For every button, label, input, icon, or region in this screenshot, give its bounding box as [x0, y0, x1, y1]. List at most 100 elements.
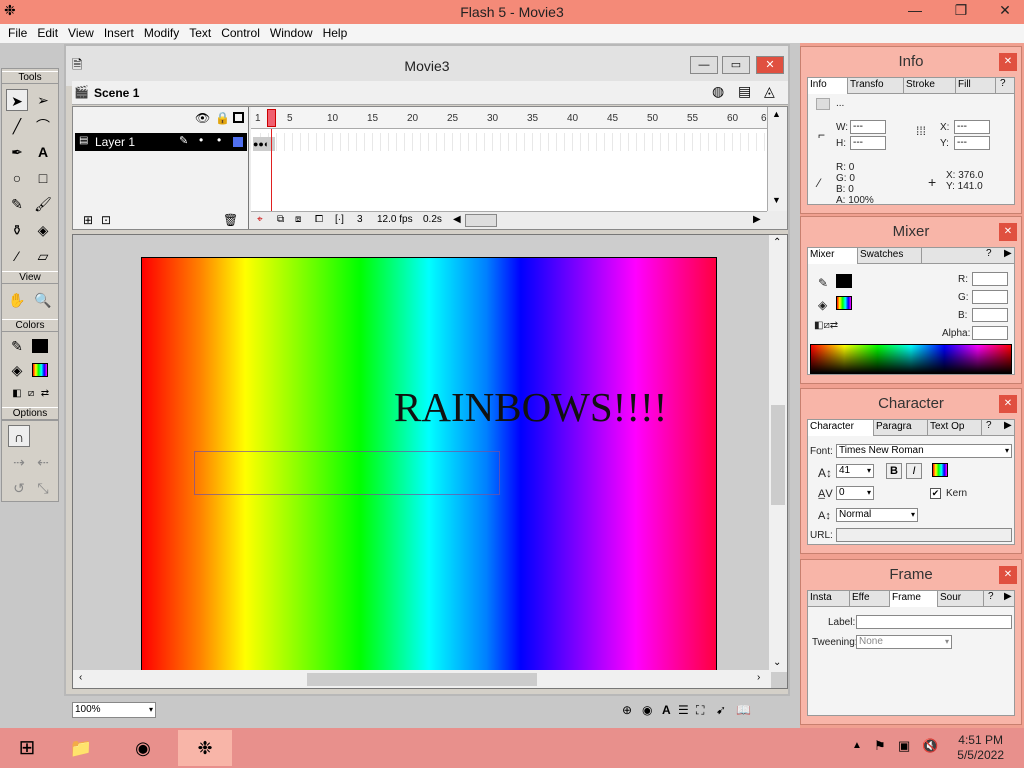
add-guide-layer-icon[interactable]: ⊡	[101, 213, 111, 227]
x-field[interactable]: ---	[954, 120, 990, 134]
italic-button[interactable]: I	[906, 463, 922, 479]
rectangle-tool-icon[interactable]: □	[32, 167, 54, 189]
scene-name[interactable]: Scene 1	[94, 86, 139, 100]
layer-name[interactable]: Layer 1	[95, 135, 135, 149]
tab-stroke[interactable]: Stroke	[904, 78, 956, 94]
menu-text[interactable]: Text	[184, 24, 216, 40]
minimize-button[interactable]: —	[900, 0, 930, 22]
close-button[interactable]: ✕	[990, 0, 1020, 22]
scroll-down-icon[interactable]: ⌄	[773, 657, 781, 668]
file-explorer-icon[interactable]: 📁	[54, 730, 108, 766]
stage-text[interactable]: RAINBOWS!!!!	[394, 383, 667, 431]
stroke-color-swatch[interactable]	[32, 339, 48, 353]
tab-instance[interactable]: Insta	[808, 591, 850, 607]
scale-option-icon[interactable]: ⤡	[32, 477, 54, 499]
tab-fill[interactable]: Fill	[956, 78, 996, 94]
stage-hscroll[interactable]: ‹ ›	[73, 670, 771, 688]
eraser-tool-icon[interactable]: ▱	[32, 245, 54, 267]
text-tool-icon[interactable]: A	[32, 141, 54, 163]
fill-color-swatch[interactable]	[32, 363, 48, 377]
menu-insert[interactable]: Insert	[99, 24, 139, 40]
menu-view[interactable]: View	[63, 24, 99, 40]
playhead[interactable]	[267, 109, 276, 127]
onion-markers-icon[interactable]: [·]	[335, 214, 344, 225]
help-icon[interactable]: ?	[986, 248, 992, 259]
text-color-swatch[interactable]	[932, 463, 948, 477]
swap-colors-icon[interactable]: ⇄	[34, 383, 56, 405]
empty-text-box[interactable]	[194, 451, 500, 495]
movie-maximize-button[interactable]: ▭	[722, 56, 750, 74]
bold-button[interactable]: B	[886, 463, 902, 479]
stage-canvas[interactable]: RAINBOWS!!!!	[141, 257, 717, 673]
r-field[interactable]	[972, 272, 1008, 286]
tab-character[interactable]: Character	[808, 420, 874, 436]
clock[interactable]: 4:51 PM 5/5/2022	[957, 733, 1004, 763]
info-panel-close-button[interactable]: ✕	[999, 53, 1017, 71]
magnet-snap-icon[interactable]: ∩	[8, 425, 30, 447]
w-field[interactable]: ---	[850, 120, 886, 134]
help-icon[interactable]: ?	[986, 420, 992, 431]
windows-start-icon[interactable]: ⊞	[0, 730, 54, 766]
menu-modify[interactable]: Modify	[139, 24, 184, 40]
layer-row[interactable]: ▤ Layer 1 ✎ • •	[75, 133, 247, 151]
h-field[interactable]: ---	[850, 136, 886, 150]
actions-launcher-icon[interactable]: ➹	[716, 703, 726, 717]
movie-close-button[interactable]: ✕	[756, 56, 784, 74]
instance-launcher-icon[interactable]: ☰	[678, 703, 689, 717]
alpha-field[interactable]	[972, 326, 1008, 340]
arrow-tool-icon[interactable]: ➤	[6, 89, 28, 111]
rotate-option-icon[interactable]: ↺	[8, 477, 30, 499]
timeline-vscroll[interactable]: ▲ ▼	[767, 107, 787, 211]
eyedropper-tool-icon[interactable]: ⁄	[6, 245, 28, 267]
action-center-icon[interactable]: ⚑	[874, 738, 886, 754]
panel-menu-icon[interactable]: ▶	[1004, 420, 1012, 431]
tab-paragraph[interactable]: Paragra	[874, 420, 928, 436]
kern-checkbox[interactable]: ✔	[930, 488, 941, 499]
edit-symbol-menu-icon[interactable]: ◬	[764, 83, 775, 100]
tab-info[interactable]: Info	[808, 78, 848, 94]
frame-grid[interactable]: 1 5 10 15 20 25 30 35 40 45 50 55 60 6 ●…	[251, 107, 767, 211]
smooth-option-icon[interactable]: ⇢	[8, 451, 30, 473]
onion-outline-icon[interactable]: ⧈	[295, 214, 301, 225]
center-frame-icon[interactable]: ⌖	[257, 214, 263, 225]
lock-dot[interactable]: •	[217, 133, 221, 147]
fill-color-icon[interactable]: ◈	[6, 359, 28, 381]
stage-vscroll[interactable]: ⌃ ⌄	[769, 235, 787, 672]
zoom-tool-icon[interactable]: 🔍	[32, 289, 54, 311]
scroll-up-icon[interactable]: ▲	[772, 109, 781, 119]
ink-bottle-icon[interactable]: ⚱	[6, 219, 28, 241]
line-tool-icon[interactable]: ╱	[6, 115, 28, 137]
y-field[interactable]: ---	[954, 136, 990, 150]
frame-label-field[interactable]	[856, 615, 1012, 629]
stroke-color-icon[interactable]: ✎	[6, 335, 28, 357]
frame-panel-close-button[interactable]: ✕	[999, 566, 1017, 584]
tab-transform[interactable]: Transfo	[848, 78, 904, 94]
lock-icon[interactable]: 🔒	[215, 111, 230, 125]
scroll-right-icon[interactable]: ›	[757, 672, 760, 683]
url-field[interactable]	[836, 528, 1012, 542]
tab-mixer[interactable]: Mixer	[808, 248, 858, 264]
menu-control[interactable]: Control	[216, 24, 265, 40]
paint-bucket-icon[interactable]: ◈	[32, 219, 54, 241]
font-size-field[interactable]: 41 ▾	[836, 464, 874, 478]
g-field[interactable]	[972, 290, 1008, 304]
onion-skin-icon[interactable]: ⧉	[277, 214, 284, 225]
tracking-field[interactable]: 0 ▾	[836, 486, 874, 500]
mixer-panel-close-button[interactable]: ✕	[999, 223, 1017, 241]
lasso-tool-icon[interactable]: ⌒	[32, 115, 54, 137]
subselect-tool-icon[interactable]: ➢	[32, 89, 54, 111]
eye-icon[interactable]: 👁	[195, 111, 210, 125]
straighten-option-icon[interactable]: ⇠	[32, 451, 54, 473]
brush-tool-icon[interactable]: 🖌	[32, 193, 54, 215]
font-select[interactable]: Times New Roman ▾	[836, 444, 1012, 458]
edit-multiple-icon[interactable]: ⧠	[315, 214, 323, 225]
scroll-down-icon[interactable]: ▼	[772, 195, 781, 205]
mixer-default-colors-icon[interactable]: ◧⧄⇄	[814, 320, 838, 331]
scroll-up-icon[interactable]: ⌃	[773, 237, 781, 248]
tab-swatches[interactable]: Swatches	[858, 248, 922, 264]
stage-vscroll-thumb[interactable]	[771, 405, 785, 505]
color-spectrum[interactable]	[810, 344, 1012, 374]
mixer-launcher-icon[interactable]: ◉	[642, 703, 652, 717]
edit-symbols-icon[interactable]: ▤	[738, 83, 751, 100]
scroll-left-icon[interactable]: ◀	[453, 214, 461, 225]
